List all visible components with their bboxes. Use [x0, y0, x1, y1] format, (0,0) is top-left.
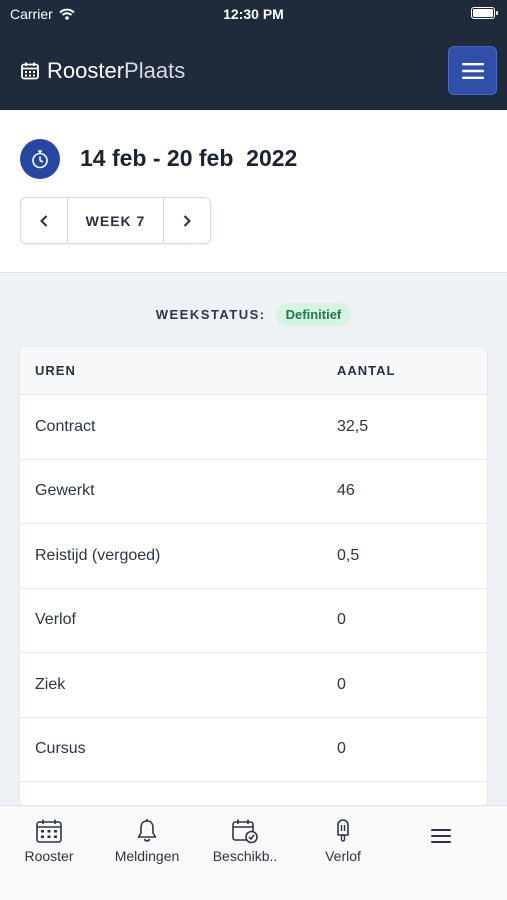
hours-table: UREN AANTAL Contract 32,5 Gewerkt 46 Rei…: [20, 347, 487, 807]
table-row: Gewerkt 46: [20, 460, 487, 524]
row-label: Cursus: [35, 740, 86, 758]
row-value: 32,5: [337, 417, 369, 435]
brand-logo: RoosterPlaats: [20, 58, 185, 84]
row-value: 0,5: [337, 546, 360, 564]
row-label: Contract: [35, 417, 96, 435]
week-card: 14 feb - 20 feb 2022 WEEK 7: [0, 110, 507, 273]
hamburger-icon: [461, 62, 484, 79]
menu-button[interactable]: [448, 46, 497, 95]
row-value: 0: [337, 675, 346, 693]
column-header-hours: UREN: [35, 363, 76, 378]
row-label: Ziek: [35, 675, 66, 693]
week-number-label: WEEK 7: [67, 198, 164, 243]
calendar-icon: [21, 62, 39, 80]
table-row: Ziek 0: [20, 653, 487, 718]
hamburger-icon: [431, 829, 451, 843]
week-navigator: WEEK 7: [20, 197, 211, 244]
chevron-right-icon: [183, 214, 191, 227]
table-header: UREN AANTAL: [20, 347, 487, 395]
battery-icon: [471, 7, 498, 19]
app-header: RoosterPlaats: [0, 30, 507, 110]
row-label: Gewerkt: [35, 482, 95, 500]
tab-meldingen[interactable]: Meldingen: [98, 806, 196, 900]
row-value: 0: [337, 611, 346, 629]
tab-label: Meldingen: [114, 848, 180, 864]
table-row: Verlof 0: [20, 589, 487, 653]
week-status: WEEKSTATUS: Definitief: [0, 301, 507, 327]
status-badge: Definitief: [275, 302, 352, 326]
table-row: Cursus 0: [20, 718, 487, 782]
chevron-left-icon: [40, 214, 48, 227]
tab-label: Rooster: [24, 848, 74, 864]
tab-beschikbaarheid[interactable]: Beschikb..: [196, 806, 294, 900]
stopwatch-badge: [20, 139, 60, 179]
popsicle-icon: [337, 819, 349, 842]
stopwatch-icon: [32, 150, 48, 169]
previous-week-button[interactable]: [21, 198, 67, 243]
row-value: 46: [337, 482, 355, 500]
year-text: 2022: [246, 145, 298, 171]
tab-rooster[interactable]: Rooster: [0, 806, 98, 900]
next-week-button[interactable]: [164, 198, 210, 243]
row-value: 0: [337, 740, 346, 758]
table-row: Reistijd (vergoed) 0,5: [20, 524, 487, 589]
tab-verlof[interactable]: Verlof: [294, 806, 392, 900]
row-label: Verlof: [35, 611, 76, 629]
week-date-range: 14 feb - 20 feb 2022: [80, 145, 297, 172]
week-status-label: WEEKSTATUS:: [155, 306, 266, 322]
tab-label: Beschikb..: [212, 848, 278, 864]
calendar-icon: [36, 819, 62, 843]
brand-name-part1: Rooster: [47, 58, 125, 83]
bottom-tab-bar: Rooster Meldingen Beschikb.. Verlof: [0, 805, 507, 900]
status-time: 12:30 PM: [223, 6, 284, 22]
column-header-amount: AANTAL: [337, 363, 396, 378]
tab-label: Verlof: [325, 848, 361, 864]
status-bar: Carrier 12:30 PM: [0, 0, 507, 30]
date-range-text: 14 feb - 20 feb: [80, 145, 234, 171]
row-label: Reistijd (vergoed): [35, 546, 161, 564]
tab-more[interactable]: [392, 806, 490, 900]
bell-icon: [137, 819, 157, 842]
brand-name-part2: Plaats: [124, 58, 186, 83]
calendar-check-icon: [232, 819, 258, 844]
table-row: Contract 32,5: [20, 395, 487, 460]
